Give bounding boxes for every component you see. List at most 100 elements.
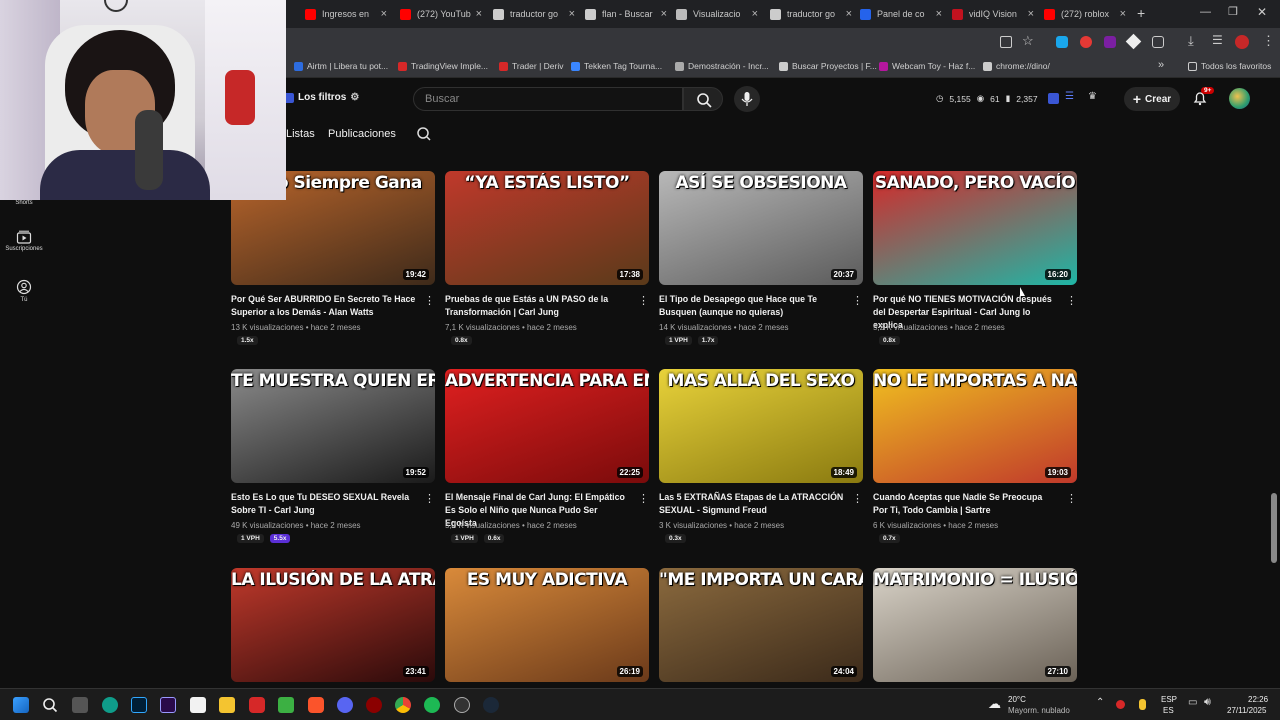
bookmark-item[interactable]: Webcam Toy - Haz f... [879,61,975,71]
more-options-icon[interactable]: ⋮ [1066,294,1077,307]
bookmark-item[interactable]: chrome://dino/ [983,61,1050,71]
profile-icon[interactable] [1235,35,1249,49]
bookmark-star-icon[interactable]: ☆ [1022,33,1034,49]
bookmark-item[interactable]: Demostración - Incr... [675,61,769,71]
video-card[interactable]: ASÍ SE OBSESIONA 20:37 El Tipo de Desapego… [659,171,863,351]
weather-temp[interactable]: 20°C [1008,695,1026,704]
vidiq-icon[interactable] [1048,93,1059,104]
video-card[interactable]: SANADO, PERO VACÍO 16:20 Por qué NO TIENES… [873,171,1077,351]
video-thumbnail[interactable]: SANADO, PERO VACÍO 16:20 [873,171,1077,285]
tab-close-icon[interactable]: × [661,8,667,20]
video-thumbnail[interactable]: NO LE IMPORTAS A NADIE 19:03 [873,369,1077,483]
volume-icon[interactable]: 🔊︎ [1204,696,1211,709]
tab-close-icon[interactable]: × [1028,8,1034,20]
video-title[interactable]: Cuando Aceptas que Nadie Se Preocupa Por… [873,491,1059,517]
taskbar-search-icon[interactable] [42,697,58,713]
app-icon[interactable] [366,697,382,713]
trophy-icon[interactable]: ♛ [1088,91,1097,102]
more-options-icon[interactable]: ⋮ [852,294,863,307]
more-options-icon[interactable]: ⋮ [424,492,435,505]
video-card[interactable]: NO LE IMPORTAS A NADIE 19:03 Cuando Acepta… [873,369,1077,549]
clock-time[interactable]: 22:26 [1248,695,1268,704]
video-thumbnail[interactable]: “YA ESTÁS LISTO” 17:38 [445,171,649,285]
language-code[interactable]: ESP [1161,695,1177,704]
windows-start-icon[interactable] [13,697,29,713]
tray-app-icon[interactable] [1116,700,1125,709]
browser-tab[interactable]: traductor go × [770,4,858,24]
tab-close-icon[interactable]: × [476,8,482,20]
browser-tab[interactable]: Panel de co × [860,4,948,24]
new-tab-button[interactable]: + [1137,5,1145,21]
bookmark-item[interactable]: Trader | Deriv [499,61,564,71]
more-options-icon[interactable]: ⋮ [852,492,863,505]
browser-tab[interactable]: Visualizacio × [676,4,764,24]
tab-close-icon[interactable]: × [569,8,575,20]
browser-tab[interactable]: (272) roblox × [1044,4,1132,24]
extension-icon[interactable] [1104,36,1116,48]
video-card[interactable]: LA ILUSIÓN DE LA ATRACCIÓN 23:41 [231,568,435,687]
video-card[interactable]: MAS ALLÁ DEL SEXO 18:49 Las 5 EXTRAÑAS Eta… [659,369,863,549]
page-scrollbar-thumb[interactable] [1271,493,1277,563]
channel-search-icon[interactable] [416,126,432,142]
video-card[interactable]: "ME IMPORTA UN CARAJO" 24:04 [659,568,863,687]
obs-icon[interactable] [454,697,470,713]
more-options-icon[interactable]: ⋮ [638,492,649,505]
video-card[interactable]: MATRIMONIO = ILUSIÓN 27:10 [873,568,1077,687]
keyboard-layout[interactable]: ES [1163,706,1174,715]
create-button[interactable]: + Crear [1124,87,1180,111]
video-title[interactable]: Las 5 EXTRAÑAS Etapas de La ATRACCIÓN SE… [659,491,845,517]
spotify-icon[interactable] [424,697,440,713]
voice-search-button[interactable] [734,86,760,112]
video-title[interactable]: Pruebas de que Estás a UN PASO de la Tra… [445,293,631,319]
video-thumbnail[interactable]: "ME IMPORTA UN CARAJO" 24:04 [659,568,863,682]
more-options-icon[interactable]: ⋮ [1066,492,1077,505]
video-thumbnail[interactable]: ASÍ SE OBSESIONA 20:37 [659,171,863,285]
notifications-button[interactable]: 9+ [1192,87,1215,111]
browser-tab[interactable]: vidIQ Vision × [952,4,1040,24]
bookmark-item[interactable]: TradingView Imple... [398,61,488,71]
more-bookmarks-icon[interactable]: » [1158,59,1164,71]
brave-icon[interactable] [308,697,324,713]
video-title[interactable]: Por Qué Ser ABURRIDO En Secreto Te Hace … [231,293,417,319]
tray-chevron-icon[interactable]: ⌃ [1096,697,1104,708]
maximize-icon[interactable]: ❐ [1228,5,1238,18]
weather-description[interactable]: Mayorm. nublado [1008,706,1070,715]
tab-close-icon[interactable]: × [752,8,758,20]
search-button[interactable] [683,87,723,111]
deriv-icon[interactable] [249,697,265,713]
reading-list-icon[interactable]: ☰ [1212,33,1223,47]
photoshop-icon[interactable] [131,697,147,713]
all-favorites-folder[interactable]: Todos los favoritos [1188,61,1271,71]
store-icon[interactable] [190,697,206,713]
video-thumbnail[interactable]: LA ILUSIÓN DE LA ATRACCIÓN 23:41 [231,568,435,682]
edge-icon[interactable] [102,697,118,713]
file-explorer-icon[interactable] [219,697,235,713]
browser-tab[interactable]: (272) YouTub × [400,4,488,24]
tab-close-icon[interactable]: × [381,8,387,20]
browser-tab[interactable]: flan - Buscar × [585,4,673,24]
sidebar-item-shorts[interactable]: Shorts [0,200,48,206]
list-icon[interactable]: ☰ [1065,91,1074,102]
video-card[interactable]: TE MUESTRA QUIEN ERES 19:52 Esto Es Lo que… [231,369,435,549]
tab-lists[interactable]: Listas [286,128,315,140]
avatar[interactable] [1229,88,1250,109]
steam-icon[interactable] [483,697,499,713]
video-thumbnail[interactable]: ADVERTENCIA PARA EMPÁTICOS 22:25 [445,369,649,483]
close-window-icon[interactable]: ✕ [1257,5,1267,19]
tab-posts[interactable]: Publicaciones [328,128,396,140]
bookmark-item[interactable]: Tekken Tag Tourna... [571,61,662,71]
chrome-icon[interactable] [395,697,411,713]
extension-icon[interactable] [1056,36,1068,48]
filters-button[interactable]: Los filtros ⚙ [284,92,359,103]
bookmark-item[interactable]: Airtm | Libera tu pot... [294,61,388,71]
download-icon[interactable]: ⤓ [1188,33,1194,49]
video-card[interactable]: ADVERTENCIA PARA EMPÁTICOS22:25El Mensaj… [445,369,649,549]
clock-date[interactable]: 27/11/2025 [1227,706,1266,715]
puzzle-icon[interactable] [1152,36,1164,48]
tab-close-icon[interactable]: × [1120,8,1126,20]
browser-tab[interactable]: Ingresos en × [305,4,393,24]
minimize-icon[interactable]: — [1200,6,1211,18]
tab-close-icon[interactable]: × [936,8,942,20]
task-view-icon[interactable] [72,697,88,713]
extension-icon[interactable] [1080,36,1092,48]
